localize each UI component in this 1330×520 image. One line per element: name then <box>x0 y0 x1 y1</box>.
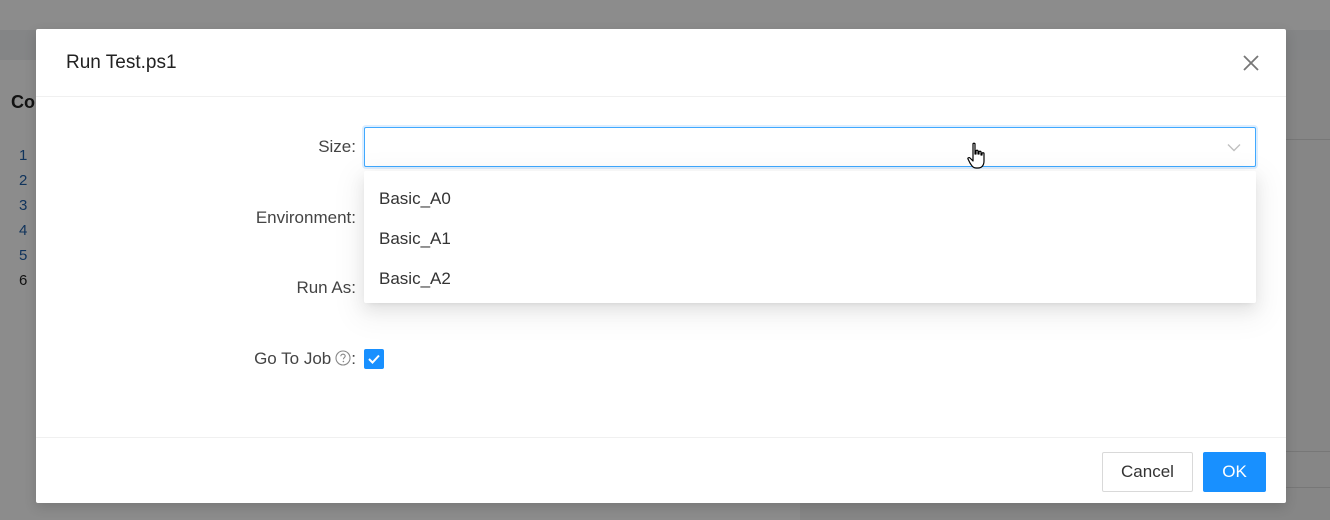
size-option[interactable]: Basic_A0 <box>364 179 1256 219</box>
size-option[interactable]: Basic_A2 <box>364 259 1256 299</box>
go-to-job-checkbox[interactable] <box>364 349 384 369</box>
chevron-down-icon <box>1227 144 1241 152</box>
size-label: Size: <box>318 137 356 156</box>
size-dropdown-menu: Basic_A0 Basic_A1 Basic_A2 <box>364 171 1256 303</box>
close-button[interactable] <box>1240 52 1262 74</box>
dialog-title: Run Test.ps1 <box>66 52 177 73</box>
question-circle-icon[interactable] <box>335 341 351 366</box>
go-to-job-row: Go To Job: <box>36 339 1286 379</box>
hand-pointer-cursor-icon <box>967 142 985 169</box>
run-as-label: Run As: <box>296 278 356 297</box>
size-option[interactable]: Basic_A1 <box>364 219 1256 259</box>
run-dialog: Run Test.ps1 Size: Environment: Run As: <box>36 29 1286 503</box>
cancel-button[interactable]: Cancel <box>1102 452 1193 492</box>
ok-button[interactable]: OK <box>1203 452 1266 492</box>
go-to-job-label: Go To Job: <box>254 339 356 379</box>
dialog-footer: Cancel OK <box>36 437 1286 504</box>
dialog-header: Run Test.ps1 <box>36 29 1286 97</box>
environment-label: Environment: <box>255 208 356 227</box>
size-select[interactable] <box>364 127 1256 167</box>
close-icon <box>1243 55 1259 71</box>
check-icon <box>368 354 380 364</box>
